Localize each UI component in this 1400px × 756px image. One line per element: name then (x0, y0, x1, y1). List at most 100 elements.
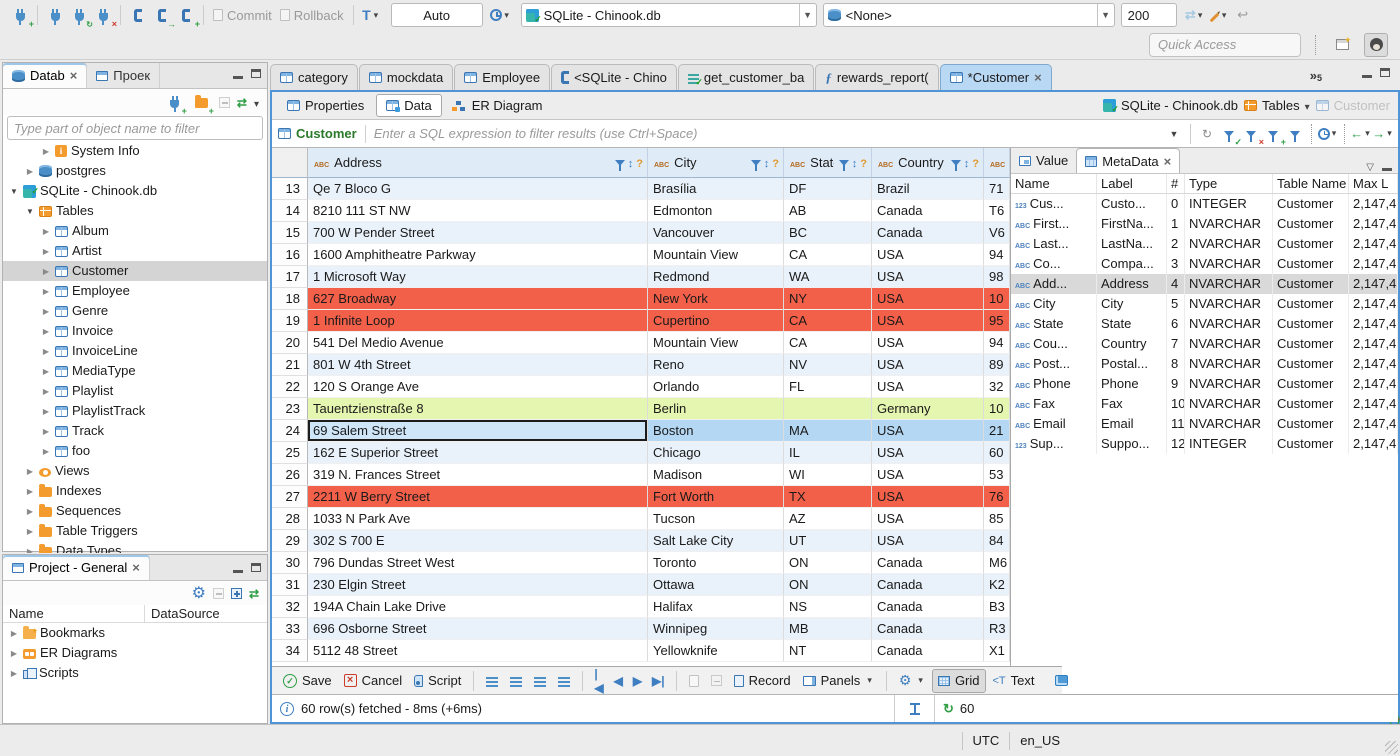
row-number-cell[interactable]: 20 (272, 332, 308, 354)
cell-country[interactable]: USA (872, 332, 984, 354)
row-number-cell[interactable]: 32 (272, 596, 308, 618)
cell-address[interactable]: 5112 48 Street (308, 640, 648, 662)
row-number-cell[interactable]: 13 (272, 178, 308, 200)
caret-right-icon[interactable] (41, 220, 51, 242)
cell-city[interactable]: Vancouver (648, 222, 784, 244)
row-number-cell[interactable]: 21 (272, 354, 308, 376)
tree-item[interactable]: System Info (3, 141, 267, 161)
cell-postalcode[interactable]: 53 (984, 464, 1010, 486)
cell-state[interactable]: CA (784, 310, 872, 332)
navigator-tab[interactable]: Проек (87, 63, 161, 88)
object-filter-input[interactable] (7, 116, 263, 140)
md-cell-num[interactable]: 10 (1167, 394, 1185, 414)
md-cell-num[interactable]: 0 (1167, 194, 1185, 214)
md-cell-num[interactable]: 1 (1167, 214, 1185, 234)
cell-city[interactable]: Edmonton (648, 200, 784, 222)
tree-item[interactable]: Album (3, 221, 267, 241)
sort-icon[interactable] (628, 155, 634, 170)
refresh-status[interactable]: 60 (934, 695, 1062, 722)
md-column-max[interactable]: Max L (1349, 174, 1398, 193)
edit-value-button[interactable] (481, 669, 503, 693)
md-cell-name[interactable]: Cou... (1011, 334, 1097, 354)
row-number-cell[interactable]: 28 (272, 508, 308, 530)
md-column-table[interactable]: Table Name (1273, 174, 1349, 193)
column-header-address[interactable]: Address (308, 148, 648, 178)
md-cell-label[interactable]: State (1097, 314, 1167, 334)
filter-help-icon[interactable] (972, 155, 979, 170)
tree-item[interactable]: Table Triggers (3, 521, 267, 541)
editor-tab[interactable]: *Customer (939, 64, 1052, 90)
settings-button[interactable]: ▾ (894, 669, 930, 693)
cancel-button[interactable]: Cancel (339, 669, 407, 693)
md-cell-table[interactable]: Customer (1273, 394, 1349, 414)
tree-item[interactable]: Indexes (3, 481, 267, 501)
md-cell-label[interactable]: FirstNa... (1097, 214, 1167, 234)
filter-help-icon[interactable] (636, 155, 643, 170)
editor-subtab[interactable]: Properties (277, 94, 374, 117)
cell-country[interactable]: USA (872, 376, 984, 398)
cell-postalcode[interactable]: R3 (984, 618, 1010, 640)
tree-item[interactable]: InvoiceLine (3, 341, 267, 361)
commit-mode-combo[interactable]: Auto (390, 3, 483, 27)
filter-dropdown-button[interactable]: ▼ (1163, 123, 1185, 145)
cell-address[interactable]: Qe 7 Bloco G (308, 178, 648, 200)
cell-address[interactable]: 8210 111 ST NW (308, 200, 648, 222)
metadata-row[interactable]: First... FirstNa... 1 NVARCHAR Customer … (1011, 214, 1398, 234)
md-cell-type[interactable]: NVARCHAR (1185, 374, 1273, 394)
grid-row[interactable]: 23 Tauentzienstraße 8 Berlin Germany 10 (272, 398, 1010, 420)
caret-right-icon[interactable] (25, 540, 35, 553)
save-filter-button[interactable]: + (1262, 123, 1286, 146)
md-cell-num[interactable]: 4 (1167, 274, 1185, 294)
cell-address[interactable]: 541 Del Medio Avenue (308, 332, 648, 354)
md-cell-label[interactable]: LastNa... (1097, 234, 1167, 254)
dd-icon[interactable] (1305, 98, 1310, 113)
cell-address[interactable]: 194A Chain Lake Drive (308, 596, 648, 618)
remove-filter-button[interactable]: × (1240, 123, 1264, 146)
cell-address[interactable]: 696 Osborne Street (308, 618, 648, 640)
gear-icon[interactable] (192, 583, 206, 603)
tree-item[interactable]: Customer (3, 261, 267, 281)
cell-city[interactable]: Tucson (648, 508, 784, 530)
md-cell-max[interactable]: 2,147,483 (1349, 294, 1398, 314)
metadata-row[interactable]: Co... Compa... 3 NVARCHAR Customer 2,147… (1011, 254, 1398, 274)
cell-state[interactable]: NV (784, 354, 872, 376)
md-cell-name[interactable]: Email (1011, 414, 1097, 434)
md-cell-type[interactable]: NVARCHAR (1185, 254, 1273, 274)
grid-row[interactable]: 13 Qe 7 Bloco G Brasília DF Brazil 71 (272, 178, 1010, 200)
cell-state[interactable]: BC (784, 222, 872, 244)
sql-filter-input[interactable] (373, 121, 1163, 146)
md-cell-type[interactable]: NVARCHAR (1185, 354, 1273, 374)
breadcrumb-item[interactable]: Tables (1244, 98, 1310, 113)
md-cell-num[interactable]: 6 (1167, 314, 1185, 334)
cell-city[interactable]: Fort Worth (648, 486, 784, 508)
cell-country[interactable]: Canada (872, 222, 984, 244)
cell-postalcode[interactable]: 95 (984, 310, 1010, 332)
tree-item[interactable]: Scripts (3, 663, 267, 683)
zoom-cell-button[interactable] (706, 669, 727, 693)
cell-state[interactable]: TX (784, 486, 872, 508)
md-cell-table[interactable]: Customer (1273, 414, 1349, 434)
cell-city[interactable]: Madison (648, 464, 784, 486)
caret-right-icon[interactable] (41, 360, 51, 382)
md-cell-max[interactable]: 2,147,483 (1349, 314, 1398, 334)
reconnect-button[interactable]: ↻ (67, 3, 93, 29)
md-cell-max[interactable]: 2,147,483 (1349, 394, 1398, 414)
editor-subtab[interactable]: ER Diagram (444, 94, 553, 117)
metadata-row[interactable]: City City 5 NVARCHAR Customer 2,147,483 (1011, 294, 1398, 314)
md-cell-table[interactable]: Customer (1273, 314, 1349, 334)
quick-access-input[interactable] (1149, 32, 1301, 57)
cell-state[interactable]: AB (784, 200, 872, 222)
cell-country[interactable]: Germany (872, 398, 984, 420)
cell-state[interactable]: WI (784, 464, 872, 486)
cell-state[interactable]: FL (784, 376, 872, 398)
cell-address[interactable]: 120 S Orange Ave (308, 376, 648, 398)
metadata-row[interactable]: Post... Postal... 8 NVARCHAR Customer 2,… (1011, 354, 1398, 374)
tree-item[interactable]: Track (3, 421, 267, 441)
cell-country[interactable]: USA (872, 354, 984, 376)
cell-address[interactable]: 2211 W Berry Street (308, 486, 648, 508)
cell-address[interactable]: Tauentzienstraße 8 (308, 398, 648, 420)
md-cell-name[interactable]: Add... (1011, 274, 1097, 294)
cell-address[interactable]: 162 E Superior Street (308, 442, 648, 464)
md-cell-name[interactable]: Last... (1011, 234, 1097, 254)
cell-address[interactable]: 627 Broadway (308, 288, 648, 310)
